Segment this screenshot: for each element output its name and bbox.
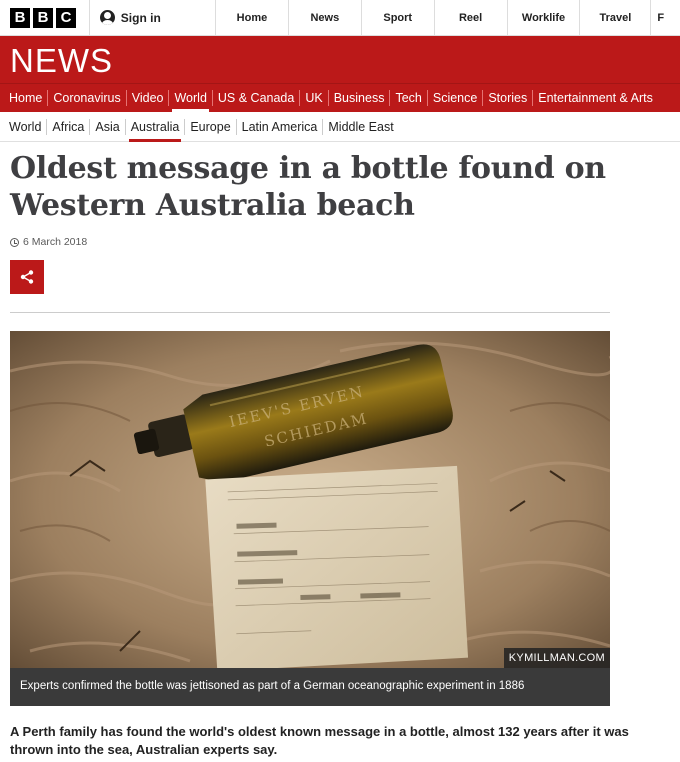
article-date: 6 March 2018 (10, 236, 87, 248)
topnav-news[interactable]: News (287, 0, 361, 35)
subnav-latin-america[interactable]: Latin America (237, 118, 324, 135)
signin-label: Sign in (120, 10, 161, 25)
image-credit: KYMILLMAN.COM (503, 648, 610, 668)
subnav-africa[interactable]: Africa (47, 118, 91, 135)
subnav-asia[interactable]: Asia (90, 118, 126, 135)
nav-entertainment-arts[interactable]: Entertainment & Arts (533, 90, 658, 106)
secondary-nav: World Africa Asia Australia Europe Latin… (0, 112, 680, 142)
share-button[interactable] (10, 260, 44, 294)
nav-video[interactable]: Video (127, 90, 170, 106)
topnav-truncated[interactable]: F (650, 0, 680, 35)
bbc-logo-letter: B (10, 7, 30, 28)
nav-home[interactable]: Home (4, 90, 49, 106)
article-headline: Oldest message in a bottle found on West… (10, 151, 606, 223)
topnav-travel[interactable]: Travel (579, 0, 650, 35)
nav-us-canada[interactable]: US & Canada (213, 90, 301, 106)
news-logo[interactable]: NEWS (10, 42, 113, 80)
subnav-middle-east[interactable]: Middle East (323, 119, 398, 135)
date-text: 6 March 2018 (23, 236, 88, 248)
bbc-logo-letter: C (56, 7, 76, 28)
primary-nav: Home Coronavirus Video World US & Canada… (0, 83, 680, 112)
signin-link[interactable]: Sign in (88, 0, 215, 35)
nav-tech[interactable]: Tech (390, 90, 428, 106)
nav-science[interactable]: Science (428, 90, 484, 106)
global-header: B B C Sign in Home News Sport Reel Workl… (0, 0, 680, 36)
share-icon (20, 270, 34, 284)
topnav-reel[interactable]: Reel (433, 0, 507, 35)
clock-icon (10, 237, 19, 247)
article-image: IEEV'S ERVEN SCHIEDAM KYMILLMAN.COM (10, 331, 610, 668)
divider (10, 312, 610, 313)
nav-coronavirus[interactable]: Coronavirus (48, 90, 127, 106)
topnav-sport[interactable]: Sport (360, 0, 434, 35)
bbc-logo-letter: B (33, 7, 53, 28)
topnav-worklife[interactable]: Worklife (506, 0, 580, 35)
user-icon (99, 10, 115, 25)
news-banner: NEWS (0, 36, 680, 83)
article-intro: A Perth family has found the world's old… (10, 724, 629, 757)
subnav-australia[interactable]: Australia (126, 118, 186, 142)
image-caption: Experts confirmed the bottle was jettiso… (10, 668, 610, 706)
nav-world[interactable]: World (169, 90, 213, 112)
nav-uk[interactable]: UK (300, 90, 329, 106)
bbc-logo[interactable]: B B C (0, 0, 89, 35)
bottle-on-sand-illustration: IEEV'S ERVEN SCHIEDAM (10, 331, 610, 668)
subnav-europe[interactable]: Europe (185, 118, 237, 135)
nav-stories[interactable]: Stories (483, 90, 534, 106)
topnav-home[interactable]: Home (215, 0, 288, 35)
nav-business[interactable]: Business (329, 90, 391, 106)
subnav-world[interactable]: World (4, 118, 48, 135)
